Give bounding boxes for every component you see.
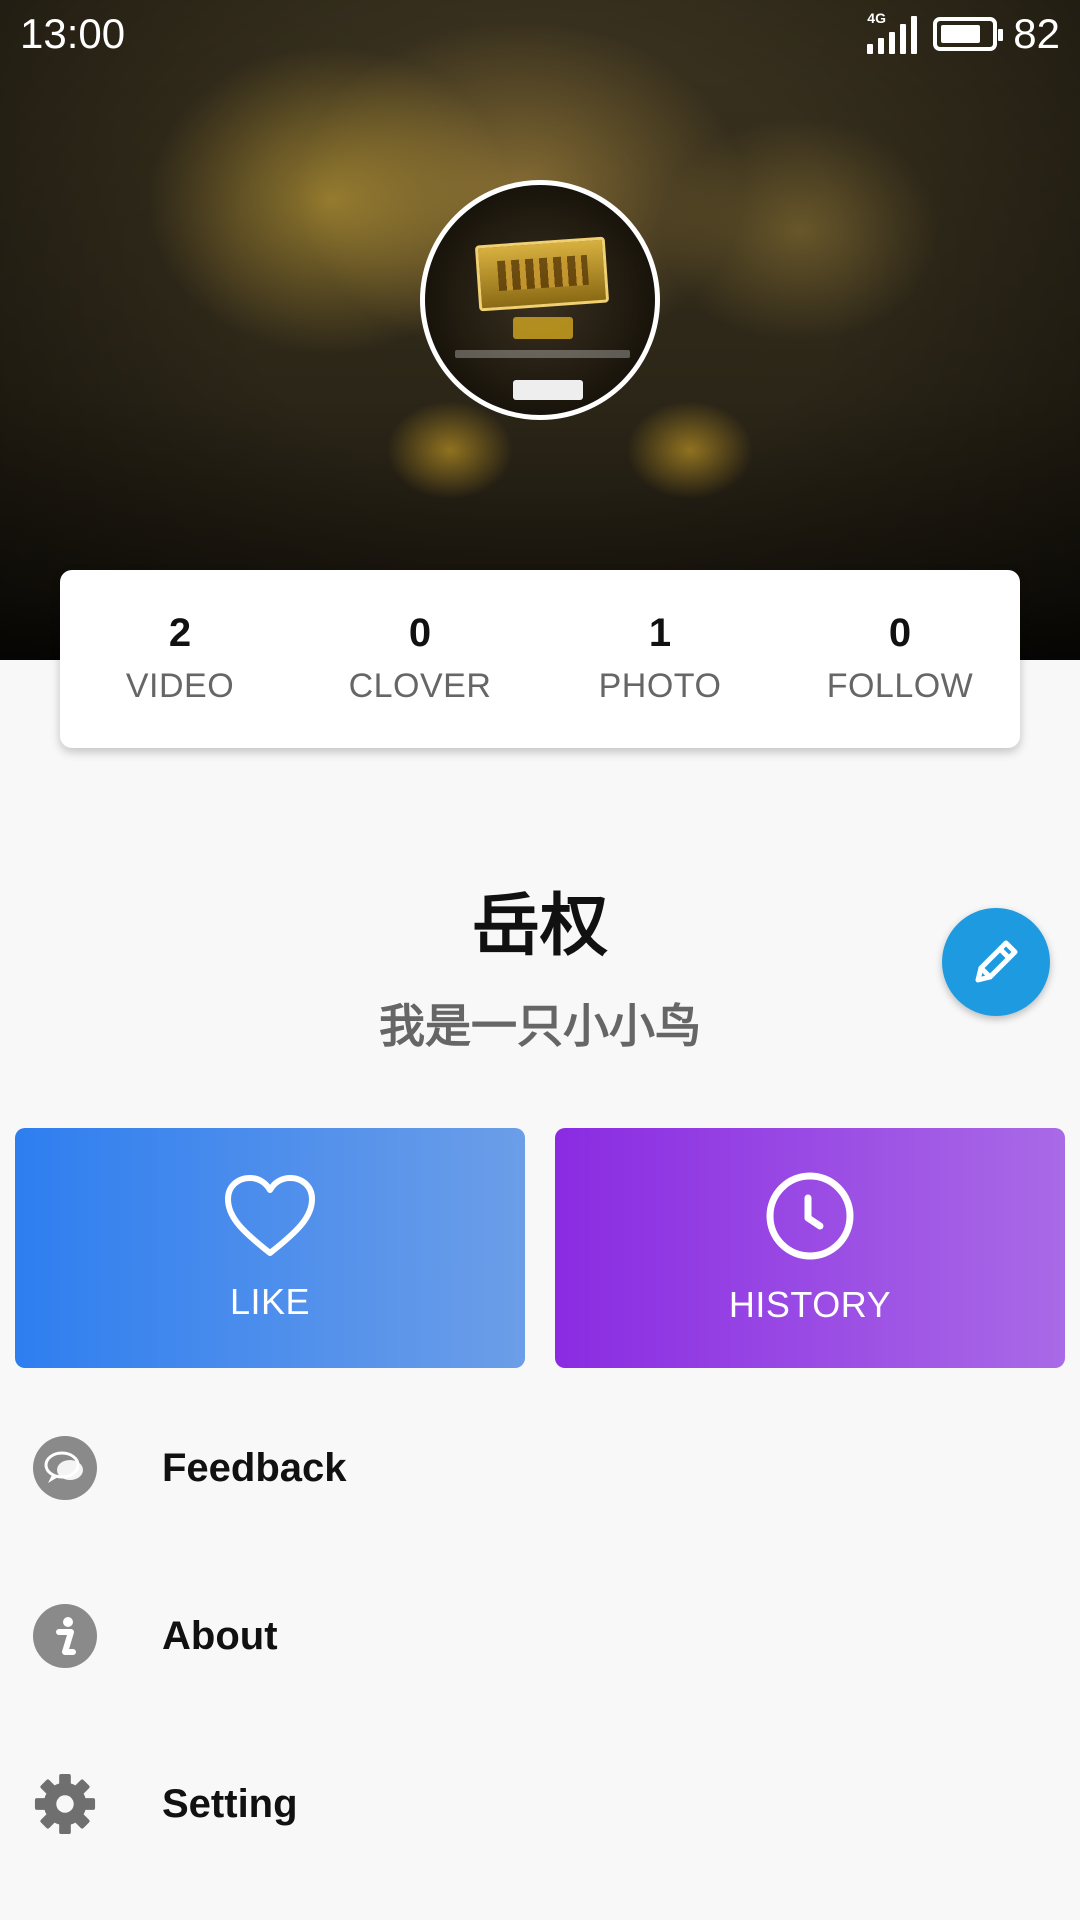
battery-icon xyxy=(933,17,1004,51)
stat-label: VIDEO xyxy=(125,666,235,705)
menu-item-setting[interactable]: Setting xyxy=(0,1734,1080,1874)
status-time: 13:00 xyxy=(20,10,126,57)
stat-value: 0 xyxy=(408,610,432,655)
stat-value: 2 xyxy=(168,610,192,655)
menu-label: Setting xyxy=(162,1781,298,1826)
menu-item-about[interactable]: About xyxy=(0,1566,1080,1706)
chat-bubbles-icon xyxy=(33,1436,97,1500)
gear-icon xyxy=(33,1772,97,1836)
stats-card: 2 VIDEO 0 CLOVER 1 PHOTO 0 FOLLOW xyxy=(60,570,1020,748)
menu-item-feedback[interactable]: Feedback xyxy=(0,1398,1080,1538)
menu-label: About xyxy=(162,1613,278,1658)
stat-photo[interactable]: 1 PHOTO xyxy=(540,570,780,748)
pencil-icon xyxy=(975,940,1018,983)
avatar[interactable] xyxy=(420,180,660,420)
battery-level: 82 xyxy=(1013,10,1060,57)
stat-value: 1 xyxy=(648,610,672,655)
stat-label: FOLLOW xyxy=(826,666,974,705)
info-icon xyxy=(33,1604,97,1668)
network-type: 4G xyxy=(867,10,886,26)
stat-label: CLOVER xyxy=(348,666,492,705)
signal-icon: 4G xyxy=(867,10,918,54)
like-label: LIKE xyxy=(229,1281,311,1322)
history-button[interactable]: HISTORY xyxy=(555,1128,1065,1368)
profile-name: 岳权 xyxy=(471,888,608,964)
stat-video[interactable]: 2 VIDEO xyxy=(60,570,300,748)
stat-value: 0 xyxy=(888,610,912,655)
edit-profile-button[interactable] xyxy=(942,908,1050,1016)
clock-icon xyxy=(766,1172,854,1260)
menu-label: Feedback xyxy=(162,1445,347,1490)
history-label: HISTORY xyxy=(728,1284,892,1325)
profile-bio: 我是一只小小鸟 xyxy=(379,1000,701,1052)
like-button[interactable]: LIKE xyxy=(15,1128,525,1368)
stat-label: PHOTO xyxy=(598,666,722,705)
status-bar: 13:00 4G 82 xyxy=(0,0,1080,70)
stat-clover[interactable]: 0 CLOVER xyxy=(300,570,540,748)
heart-icon xyxy=(225,1175,315,1256)
stat-follow[interactable]: 0 FOLLOW xyxy=(780,570,1020,748)
